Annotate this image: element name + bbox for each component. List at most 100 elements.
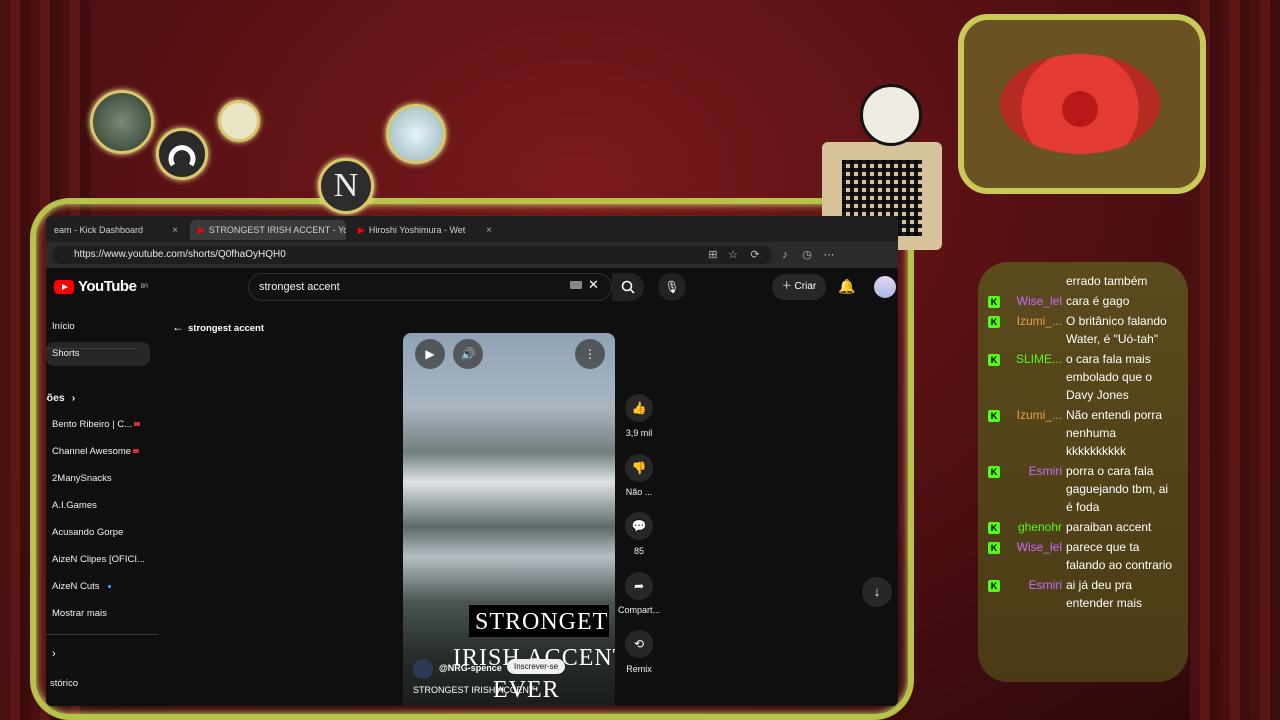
sidebar-divider [46, 634, 158, 635]
close-icon[interactable]: × [172, 225, 178, 236]
chat-username: ghenohr [1017, 520, 1062, 534]
sidebar-channel[interactable]: AizeN Clipes [OFICI... [46, 548, 156, 572]
tab-label: Hiroshi Yoshimura - Wet [368, 225, 466, 235]
sidebar-channel[interactable]: Channel Awesome [46, 440, 156, 464]
short-video-player[interactable]: ▶ 🔊 ⋮ STRONGET IRISH ACCENT EVER @NRG-sp… [403, 333, 615, 706]
next-short-button[interactable]: ↓ [862, 577, 892, 607]
arrow-down-icon: ↓ [873, 584, 881, 599]
share-button[interactable]: ➦ [625, 572, 653, 600]
kick-badge-icon: K [988, 315, 1000, 328]
chevron-right-icon[interactable]: › [52, 648, 56, 660]
url-field[interactable]: https://www.youtube.com/shorts/Q0fhaOyHQ… [52, 246, 772, 264]
chat-message-text: porra o cara fala gaguejando tbm, ai é f… [1066, 464, 1169, 514]
sidebar-channel[interactable]: 2ManySnacks [46, 467, 156, 491]
search-input[interactable]: strongest accent [248, 273, 612, 301]
create-label: Criar [794, 281, 817, 292]
region-label: BR [140, 283, 148, 290]
close-icon[interactable]: × [486, 225, 492, 236]
show-more-button[interactable]: Mostrar mais [46, 602, 156, 626]
chat-message-text: errado também [1066, 274, 1148, 288]
install-icon[interactable]: ⊞ [706, 248, 720, 262]
keyboard-icon[interactable] [570, 281, 582, 289]
play-button[interactable]: ▶ [415, 339, 445, 369]
logo-text: YouTube [78, 278, 137, 295]
like-count: 3,9 mil [625, 428, 653, 438]
volume-button[interactable]: 🔊 [453, 339, 483, 369]
channel-name: Channel Awesome [52, 446, 132, 457]
avatar-medal-1 [90, 90, 154, 154]
video-caption-line1: STRONGET [475, 609, 609, 635]
youtube-play-icon [54, 279, 74, 294]
avatar-medal-2 [386, 104, 446, 164]
live-icon [134, 422, 141, 427]
tab-youtube-short[interactable]: ▶ STRONGEST IRISH ACCENT - YouT × [190, 220, 346, 240]
star-icon[interactable]: ☆ [726, 248, 740, 262]
channel-name: Bento Ribeiro | C... [52, 419, 133, 430]
remix-button[interactable]: ⟲ [625, 630, 653, 658]
youtube-favicon-icon: ▶ [358, 224, 365, 235]
live-icon [133, 449, 140, 454]
chat-message: K Esmiri porra o cara fala gaguejando tbm,… [988, 462, 1178, 516]
microphone-button[interactable]: 🎙 [658, 273, 686, 301]
youtube-page: ☰ YouTube BR strongest accent ✕ 🎙 ＋ Cria… [46, 268, 898, 706]
chat-username: Izumi_... [1016, 314, 1062, 328]
clear-search-icon[interactable]: ✕ [588, 277, 599, 293]
comment-count: 85 [633, 546, 644, 556]
share-label: Compart... [617, 605, 660, 615]
more-icon[interactable]: ⋯ [822, 248, 836, 262]
sidebar-item-shorts[interactable]: Shorts [46, 342, 150, 366]
microphone-icon: 🎙 [664, 280, 680, 294]
account-avatar[interactable] [874, 276, 896, 298]
dislike-button[interactable]: 👎 [625, 454, 653, 482]
kick-badge-icon: K [988, 295, 1000, 308]
horseshoe-icon [156, 128, 208, 180]
subscribe-button[interactable]: Inscrever-se [507, 659, 566, 674]
subscriptions-header[interactable]: crições › [46, 386, 132, 410]
emblem-medal [218, 100, 260, 142]
chat-username: Esmiri [1028, 578, 1062, 592]
chat-username: Izumi_... [1016, 408, 1062, 422]
youtube-favicon-icon: ▶ [198, 224, 205, 235]
kick-badge-icon: K [988, 465, 1000, 478]
create-button[interactable]: ＋ Criar [772, 274, 826, 300]
chat-message: K Wise_lel parece que ta falando ao contra… [988, 538, 1178, 574]
chat-message-text: o cara fala mais embolado que o Davy Jon… [1066, 352, 1153, 402]
chat-message-text: paraiban accent [1066, 520, 1152, 534]
kick-badge-icon: K [988, 353, 1000, 366]
channel-handle[interactable]: @NRG-spence [439, 663, 502, 673]
notifications-icon[interactable]: 🔔 [838, 278, 855, 295]
red-eye-icon [1000, 54, 1160, 154]
sidebar-channel[interactable]: A.I.Games [46, 494, 156, 518]
extension-icon[interactable]: ♪ [778, 248, 792, 262]
browser-window: eam - Kick Dashboard × ▶ STRONGEST IRISH… [46, 216, 898, 706]
sidebar-divider [46, 348, 138, 349]
tab-label: STRONGEST IRISH ACCENT - YouT [208, 225, 346, 235]
comments-button[interactable]: 💬 [625, 512, 653, 540]
chat-message-text: parece que ta falando ao contrario [1066, 540, 1173, 572]
chat-username: Wise_lel [1016, 294, 1062, 308]
history-icon[interactable]: ◷ [800, 248, 814, 262]
sidebar-channel[interactable]: AizeN Cuts [46, 575, 156, 599]
address-bar: https://www.youtube.com/shorts/Q0fhaOyHQ… [46, 242, 898, 268]
sidebar-item-history[interactable]: stórico [46, 672, 154, 696]
tab-label: eam - Kick Dashboard [54, 225, 144, 235]
tab-kick-dashboard[interactable]: eam - Kick Dashboard × [46, 220, 186, 240]
short-title[interactable]: STRONGEST IRISH ACCENT [413, 685, 534, 695]
tab-bar: eam - Kick Dashboard × ▶ STRONGEST IRISH… [46, 216, 898, 242]
back-to-search[interactable]: ← strongest accent [172, 320, 264, 334]
sidebar-item-home[interactable]: Início [46, 315, 156, 339]
tab-hiroshi-yoshimura[interactable]: ▶ Hiroshi Yoshimura - Wet × [350, 220, 500, 240]
kick-badge-icon: K [988, 521, 1000, 534]
chat-username: Esmiri [1028, 464, 1062, 478]
more-options-button[interactable]: ⋮ [575, 339, 605, 369]
youtube-logo[interactable]: YouTube BR [54, 278, 148, 295]
like-button[interactable]: 👍 [625, 394, 653, 422]
chat-message-text: O britânico falando Water, é "Uó-tah" [1066, 314, 1167, 346]
arrow-left-icon: ← [172, 320, 184, 334]
refresh-icon[interactable]: ⟳ [748, 248, 762, 262]
search-button[interactable] [612, 273, 644, 301]
channel-avatar[interactable] [413, 659, 433, 679]
channel-name: AizeN Cuts [52, 581, 100, 592]
sidebar-channel[interactable]: Bento Ribeiro | C... [46, 413, 156, 437]
sidebar-channel[interactable]: Acusando Gorpe [46, 521, 156, 545]
